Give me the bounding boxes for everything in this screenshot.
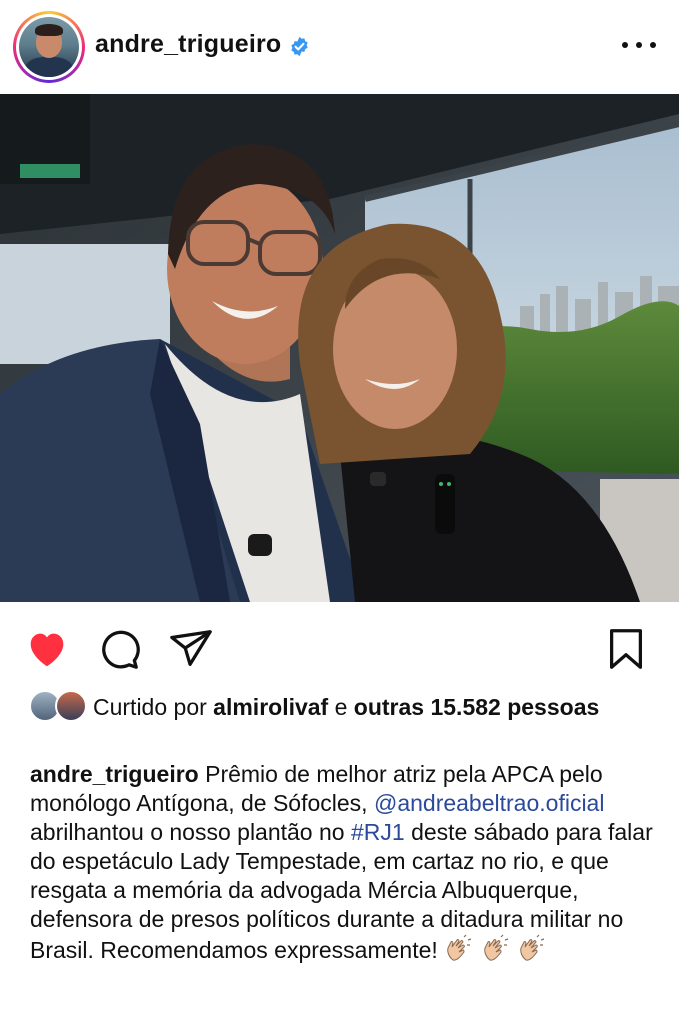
liker-username[interactable]: almirolivaf — [213, 694, 328, 720]
liker-avatar — [55, 690, 87, 722]
clapping-hands-icon — [447, 934, 472, 961]
profile-avatar[interactable] — [13, 11, 85, 83]
verified-badge-icon — [291, 36, 308, 57]
more-options-button[interactable] — [622, 30, 656, 60]
bookmark-icon[interactable] — [603, 626, 649, 672]
likes-suffix[interactable]: pessoas — [507, 694, 599, 720]
send-icon[interactable] — [168, 626, 214, 672]
heart-filled-icon[interactable] — [24, 626, 70, 672]
more-dot — [636, 42, 642, 48]
clapping-hands-icon — [483, 934, 508, 961]
post-photo[interactable] — [0, 94, 679, 602]
caption-text: abrilhantou o nosso plantão no — [30, 819, 345, 845]
likes-text: Curtido por almirolivaf e outras 15.582 … — [93, 693, 653, 722]
likes-prefix: Curtido por — [93, 694, 207, 720]
post-username[interactable]: andre_trigueiro — [95, 30, 281, 59]
post-actions — [0, 602, 679, 692]
post-caption: andre_trigueiro Prêmio de melhor atriz p… — [30, 760, 655, 965]
likes-joiner: e — [334, 694, 348, 720]
caption-mention[interactable]: @andreabeltrao.oficial — [374, 790, 604, 816]
caption-hashtag[interactable]: #RJ1 — [351, 819, 405, 845]
liked-by-avatars[interactable] — [29, 690, 87, 724]
clapping-hands-icon — [520, 934, 545, 961]
more-dot — [622, 42, 628, 48]
likes-count[interactable]: outras 15.582 — [354, 694, 501, 720]
photo-illustration — [0, 94, 679, 602]
caption-username[interactable]: andre_trigueiro — [30, 761, 199, 787]
comment-icon[interactable] — [96, 626, 142, 672]
more-dot — [650, 42, 656, 48]
post-header: andre_trigueiro — [0, 0, 679, 93]
